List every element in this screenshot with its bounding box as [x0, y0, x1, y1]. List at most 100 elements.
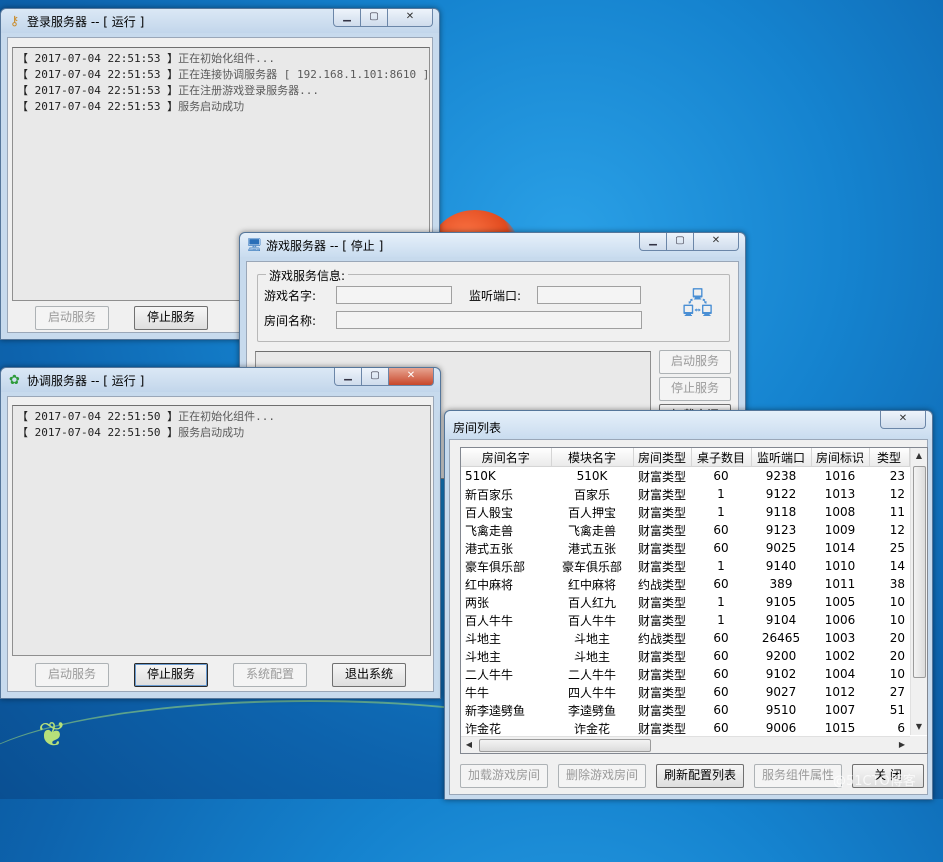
refresh-config-button[interactable]: 刷新配置列表 [656, 764, 744, 788]
table-cell: 1 [717, 559, 725, 573]
table-cell: 百人押宝 [567, 505, 616, 520]
table-cell: 诈金花 [465, 721, 502, 736]
game-stop-button[interactable]: 停止服务 [659, 377, 731, 401]
close-button[interactable]: ✕ [880, 411, 926, 429]
scroll-left-icon[interactable]: ◀ [461, 737, 477, 753]
scroll-down-icon[interactable]: ▼ [911, 719, 927, 735]
table-row[interactable]: 百人骰宝 百人押宝 财富类型 1 9118 1008 11 [461, 503, 909, 521]
room-list-titlebar[interactable]: 房间列表 [445, 411, 932, 439]
table-cell: 四人牛牛 [567, 685, 616, 700]
login-stop-button[interactable]: 停止服务 [134, 306, 208, 330]
table-cell: 12 [889, 523, 905, 537]
room-list-client-area: 房间名字 模块名字 房间类型 桌子数目 监听端口 房间标识 类型 510K 510… [449, 439, 928, 795]
watermark: @51CTO博客 [833, 774, 916, 789]
minimize-button[interactable]: ▁ [639, 233, 667, 251]
table-row[interactable]: 510K 510K 财富类型 60 9238 1016 23 [461, 467, 909, 486]
load-room-button[interactable]: 加载游戏房间 [460, 764, 548, 788]
column-header[interactable]: 桌子数目 [691, 448, 752, 467]
vertical-scrollbar[interactable]: ▲ ▼ [910, 448, 927, 735]
table-cell: 财富类型 [637, 523, 686, 538]
coord-server-window: ✿ 协调服务器 -- [ 运行 ] ▁ ▢ ✕ 【 2017-07-04 22:… [0, 367, 441, 699]
log-line: 【 2017-07-04 22:51:50 】正在初始化组件... [17, 410, 275, 423]
table-row[interactable]: 新李逵劈鱼 李逵劈鱼 财富类型 60 9510 1007 51 [461, 701, 909, 719]
table-cell: 60 [713, 703, 729, 717]
table-row[interactable]: 百人牛牛 百人牛牛 财富类型 1 9104 1006 10 [461, 611, 909, 629]
table-cell: 510K [465, 469, 496, 483]
close-button[interactable]: ✕ [389, 368, 434, 386]
table-row[interactable]: 红中麻将 红中麻将 约战类型 60 389 1011 38 [461, 575, 909, 593]
game-start-button[interactable]: 启动服务 [659, 350, 731, 374]
delete-room-button[interactable]: 删除游戏房间 [558, 764, 646, 788]
scroll-up-icon[interactable]: ▲ [911, 448, 927, 464]
table-cell: 斗地主 [465, 631, 502, 646]
table-cell: 百人牛牛 [567, 613, 616, 628]
minimize-button[interactable]: ▁ [334, 368, 362, 386]
table-cell: 财富类型 [637, 649, 686, 664]
table-cell: 60 [713, 649, 729, 663]
scroll-right-icon[interactable]: ▶ [894, 737, 910, 753]
table-row[interactable]: 港式五张 港式五张 财富类型 60 9025 1014 25 [461, 539, 909, 557]
log-line: 【 2017-07-04 22:51:50 】服务启动成功 [17, 426, 245, 439]
table-row[interactable]: 两张 百人红九 财富类型 1 9105 1005 10 [461, 593, 909, 611]
table-cell: 9140 [765, 559, 797, 573]
table-cell: 9006 [765, 721, 797, 735]
maximize-button[interactable]: ▢ [362, 368, 389, 386]
close-button[interactable]: ✕ [694, 233, 739, 251]
coord-exit-button[interactable]: 退出系统 [332, 663, 406, 687]
table-cell: 牛牛 [465, 685, 490, 700]
table-row[interactable]: 斗地主 斗地主 财富类型 60 9200 1002 20 [461, 647, 909, 665]
table-cell: 财富类型 [637, 469, 686, 484]
table-cell: 财富类型 [637, 541, 686, 556]
table-cell: 10 [889, 613, 905, 627]
table-cell: 1004 [824, 667, 856, 681]
column-header[interactable]: 房间类型 [633, 448, 692, 467]
room-table-body: 510K 510K 财富类型 60 9238 1016 23 新百家乐 百家乐 财富类型 1 9122… [461, 467, 909, 738]
table-cell: 新百家乐 [465, 487, 514, 502]
table-cell: 财富类型 [637, 703, 686, 718]
game-name-field[interactable] [336, 286, 452, 304]
scroll-corner [910, 736, 927, 753]
table-row[interactable]: 新百家乐 百家乐 财富类型 1 9122 1013 12 [461, 485, 909, 503]
game-info-group: 游戏服务信息: 游戏名字: 监听端口: 房间名称: 🖧 [257, 267, 730, 342]
coord-config-button[interactable]: 系统配置 [233, 663, 307, 687]
room-list-dialog: 房间列表 ✕ 房间名字 模块名字 房间类型 桌子数目 监听端口 房间标识 类型 [444, 410, 933, 800]
room-name-field[interactable] [336, 311, 642, 329]
horizontal-scrollbar[interactable]: ◀ ▶ [461, 736, 910, 753]
port-field[interactable] [537, 286, 641, 304]
table-cell: 6 [897, 721, 905, 735]
table-row[interactable]: 牛牛 四人牛牛 财富类型 60 9027 1012 27 [461, 683, 909, 701]
scroll-thumb[interactable] [913, 466, 926, 678]
table-cell: 12 [889, 487, 905, 501]
column-header[interactable]: 类型 [869, 448, 910, 467]
table-row[interactable]: 二人牛牛 二人牛牛 财富类型 60 9102 1004 10 [461, 665, 909, 683]
coord-client-area: 【 2017-07-04 22:51:50 】正在初始化组件... 【 2017… [7, 396, 434, 692]
column-header[interactable]: 监听端口 [751, 448, 812, 467]
table-row[interactable]: 豪车俱乐部 豪车俱乐部 财富类型 1 9140 1010 14 [461, 557, 909, 575]
column-header[interactable]: 房间标识 [811, 448, 870, 467]
scroll-thumb[interactable] [479, 739, 651, 752]
maximize-button[interactable]: ▢ [361, 9, 388, 27]
coord-start-button[interactable]: 启动服务 [35, 663, 109, 687]
room-table[interactable]: 房间名字 模块名字 房间类型 桌子数目 监听端口 房间标识 类型 510K 510… [460, 447, 928, 754]
table-cell: 1002 [824, 649, 856, 663]
table-cell: 38 [889, 577, 905, 591]
table-cell: 约战类型 [637, 631, 686, 646]
table-cell: 60 [713, 577, 729, 591]
table-cell: 李逵劈鱼 [567, 703, 616, 718]
table-cell: 14 [889, 559, 905, 573]
minimize-button[interactable]: ▁ [333, 9, 361, 27]
close-button[interactable]: ✕ [388, 9, 433, 27]
table-cell: 飞禽走兽 [465, 523, 514, 538]
coord-log-box[interactable]: 【 2017-07-04 22:51:50 】正在初始化组件... 【 2017… [12, 405, 431, 656]
table-cell: 27 [889, 685, 905, 699]
table-row[interactable]: 飞禽走兽 飞禽走兽 财富类型 60 9123 1009 12 [461, 521, 909, 539]
table-row[interactable]: 斗地主 斗地主 约战类型 60 26465 1003 20 [461, 629, 909, 647]
maximize-button[interactable]: ▢ [667, 233, 694, 251]
coord-stop-button[interactable]: 停止服务 [134, 663, 208, 687]
column-header[interactable]: 房间名字 [461, 448, 552, 467]
login-start-button[interactable]: 启动服务 [35, 306, 109, 330]
table-row[interactable]: 诈金花 诈金花 财富类型 60 9006 1015 6 [461, 719, 909, 737]
table-cell: 9123 [765, 523, 797, 537]
service-props-button[interactable]: 服务组件属性 [754, 764, 842, 788]
column-header[interactable]: 模块名字 [551, 448, 634, 467]
